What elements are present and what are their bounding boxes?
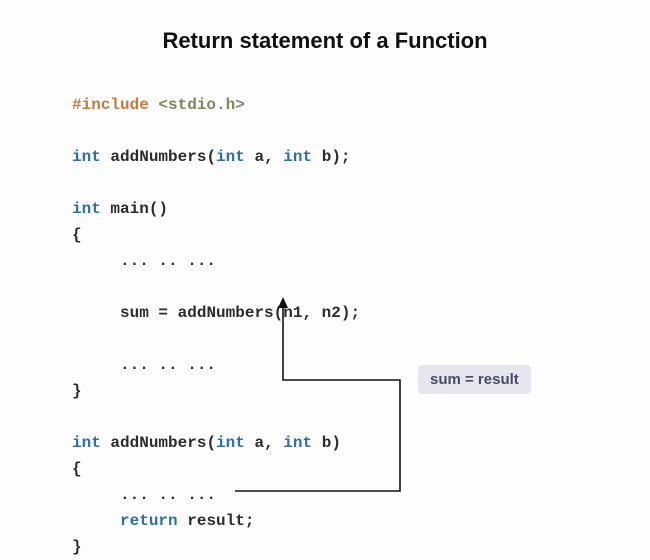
ellipsis: ... .. ...	[120, 252, 216, 270]
return-keyword: return	[120, 512, 178, 530]
arg-n2: n2	[322, 304, 341, 322]
type-int: int	[72, 200, 101, 218]
type-int: int	[72, 434, 101, 452]
brace-close: }	[72, 382, 82, 400]
var-sum: sum	[120, 304, 149, 322]
page-title: Return statement of a Function	[0, 28, 650, 54]
type-int: int	[72, 148, 101, 166]
param-a: a	[254, 148, 264, 166]
return-value: result	[187, 512, 245, 530]
callout-sum-equals-result: sum = result	[418, 365, 531, 394]
func-call: addNumbers	[178, 304, 274, 322]
param-b: b	[322, 148, 332, 166]
brace-open: {	[72, 460, 82, 478]
type-int: int	[216, 148, 245, 166]
type-int: int	[216, 434, 245, 452]
param-b: b	[322, 434, 332, 452]
include-header: <stdio.h>	[158, 96, 244, 114]
brace-close: }	[72, 538, 82, 556]
brace-open: {	[72, 226, 82, 244]
param-a: a	[254, 434, 264, 452]
ellipsis: ... .. ...	[120, 356, 216, 374]
page: Return statement of a Function #include …	[0, 0, 650, 544]
func-name-decl: addNumbers	[110, 148, 206, 166]
preprocessor-include: #include	[72, 96, 149, 114]
type-int: int	[283, 434, 312, 452]
func-name-def: addNumbers	[110, 434, 206, 452]
arg-n1: n1	[283, 304, 302, 322]
code-block: #include <stdio.h> int addNumbers(int a,…	[72, 92, 360, 560]
func-main: main	[110, 200, 148, 218]
type-int: int	[283, 148, 312, 166]
ellipsis: ... .. ...	[120, 486, 216, 504]
